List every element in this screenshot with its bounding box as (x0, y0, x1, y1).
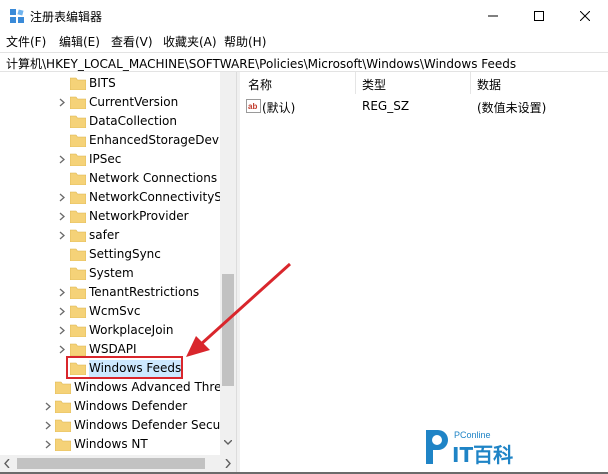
watermark-brand: PConline (454, 430, 491, 440)
annotation-arrow (186, 262, 292, 357)
pconline-watermark: PConline IT百科 (426, 430, 513, 467)
watermark-text: IT百科 (452, 443, 513, 467)
